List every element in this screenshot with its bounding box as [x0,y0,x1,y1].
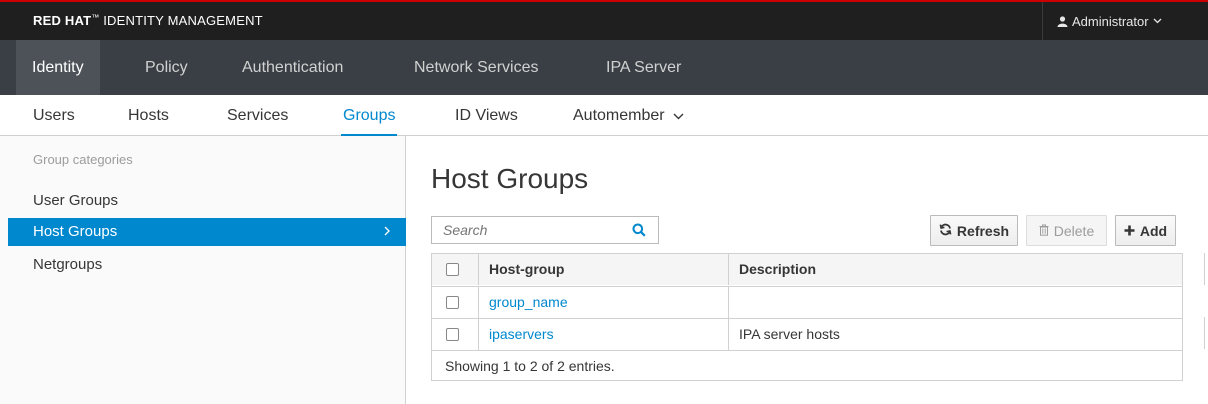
tab-ipa-server[interactable]: IPA Server [590,40,697,95]
delete-label: Delete [1053,222,1095,239]
description-cell: IPA server hosts [728,319,1182,350]
add-button[interactable]: Add [1115,215,1176,246]
tab-network-services[interactable]: Network Services [398,40,554,95]
delete-button[interactable]: Delete [1026,215,1107,246]
plus-icon [1124,223,1135,239]
chevron-right-icon [384,218,390,246]
refresh-icon [939,223,952,239]
sidebar-item-label: User Groups [33,192,119,209]
table-row: group_name [432,286,1182,318]
page-title: Host Groups [431,163,589,194]
search-icon[interactable] [632,223,646,240]
chevron-down-icon [673,95,684,136]
sidebar-item-label: Host Groups [33,223,118,240]
host-groups-table: Host-group Description group_name ipaser… [431,253,1183,381]
brand-name: RED HAT [33,13,92,28]
tab-authentication[interactable]: Authentication [226,40,359,95]
subnav-services[interactable]: Services [227,95,288,136]
sidebar-item-netgroups[interactable]: Netgroups [8,251,406,279]
table-header-row: Host-group Description [432,254,1182,286]
top-bar: RED HAT™ IDENTITY MANAGEMENT Administrat… [0,0,1208,40]
main-nav: Identity Policy Authentication Network S… [0,40,1208,95]
search-box [431,216,659,244]
subnav-hosts[interactable]: Hosts [128,95,169,136]
add-label: Add [1139,222,1168,239]
host-group-link[interactable]: group_name [489,294,568,310]
user-icon [1057,15,1068,27]
brand-logo: RED HAT™ IDENTITY MANAGEMENT [33,13,263,28]
column-header-host-group[interactable]: Host-group [478,254,728,285]
chevron-down-icon [1153,18,1162,24]
sidebar: Group categories User Groups Host Groups… [0,136,406,404]
row-select-cell [432,319,478,350]
refresh-label: Refresh [956,222,1010,239]
select-all-checkbox[interactable] [446,263,459,276]
tab-identity[interactable]: Identity [16,40,100,95]
host-group-link[interactable]: ipaservers [489,326,554,342]
scroll-edge [1204,253,1208,285]
refresh-button[interactable]: Refresh [930,215,1018,246]
sub-nav: Users Hosts Services Groups ID Views Aut… [0,95,1208,137]
subnav-id-views[interactable]: ID Views [455,95,518,136]
sidebar-item-host-groups[interactable]: Host Groups [8,218,406,246]
sidebar-item-label: Netgroups [33,256,103,273]
product-name: IDENTITY MANAGEMENT [103,13,263,28]
row-checkbox[interactable] [446,328,459,341]
subnav-automember-label: Automember [573,107,665,124]
tab-policy[interactable]: Policy [129,40,204,95]
row-checkbox[interactable] [446,296,459,309]
subnav-automember[interactable]: Automember [573,95,684,136]
sidebar-heading: Group categories [33,152,133,167]
select-all-cell [432,254,478,285]
table-row: ipaservers IPA server hosts [432,318,1182,350]
trash-icon [1039,223,1049,239]
subnav-groups[interactable]: Groups [340,95,398,137]
user-menu[interactable]: Administrator [1042,2,1208,40]
subnav-users[interactable]: Users [33,95,75,136]
search-input[interactable] [432,217,622,243]
host-group-cell: ipaservers [478,319,728,350]
scroll-edge [1204,317,1208,349]
column-header-description[interactable]: Description [728,254,1182,285]
row-select-cell [432,287,478,318]
table-footer: Showing 1 to 2 of 2 entries. [432,350,1182,380]
sidebar-item-user-groups[interactable]: User Groups [8,187,406,215]
user-name: Administrator [1072,13,1149,29]
host-group-cell: group_name [478,287,728,318]
description-cell [728,287,1182,318]
